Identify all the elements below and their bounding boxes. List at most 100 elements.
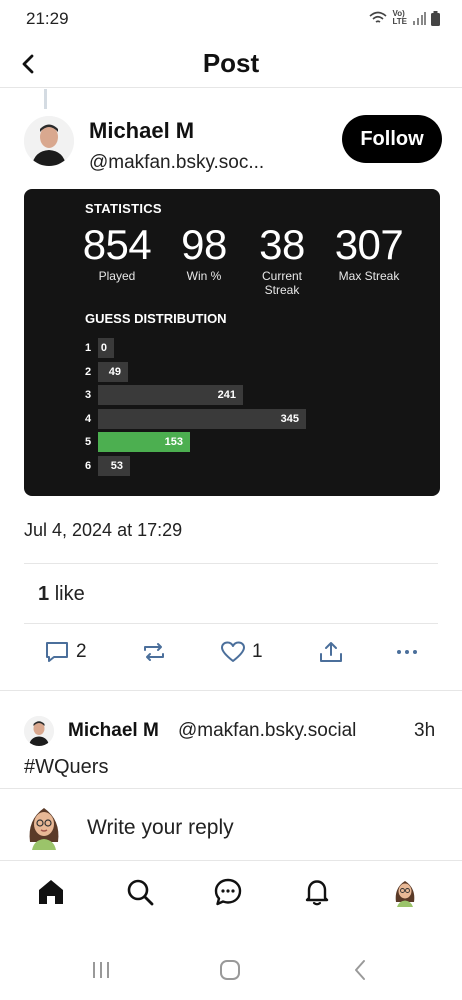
reply-author-avatar[interactable]: [24, 716, 54, 746]
lte-indicator: Vo) LTE: [392, 10, 407, 26]
tab-notifications[interactable]: [300, 875, 334, 909]
bell-icon: [305, 880, 329, 906]
header: Post: [0, 40, 462, 88]
guess-number-label: 6: [85, 459, 92, 472]
repost-button[interactable]: [141, 640, 167, 664]
distribution-bar: 241: [98, 385, 243, 405]
post-date: Jul 4, 2024 at 17:29: [24, 520, 183, 540]
distribution-bar: 49: [98, 361, 128, 382]
recent-apps-icon: [93, 962, 109, 978]
post-author-row: Michael M @makfan.bsky.soc... Follow: [0, 112, 462, 184]
stat-label: Played: [98, 269, 136, 283]
stat-value: 854: [82, 221, 152, 268]
reply-timestamp: 3h: [414, 720, 436, 741]
bottom-tab-bar: [0, 860, 462, 928]
distribution-row: 6 53: [85, 455, 130, 476]
author-name[interactable]: Michael M: [89, 118, 194, 144]
guess-distribution-title: GUESS DISTRIBUTION: [85, 311, 227, 326]
wifi-icon: [369, 11, 388, 23]
stat-label-line2: Streak: [264, 283, 300, 297]
divider: [0, 788, 462, 789]
home-nav-button[interactable]: [215, 956, 245, 984]
status-bar: 21:29 Vo) LTE: [0, 0, 462, 40]
reply-post[interactable]: Michael M @makfan.bsky.social 3h #WQuers: [0, 712, 462, 788]
reply-button[interactable]: 2: [44, 640, 87, 664]
distribution-bar: 0: [98, 338, 114, 358]
follow-button[interactable]: Follow: [342, 115, 442, 163]
back-nav-button[interactable]: [345, 956, 375, 984]
statistics-title: STATISTICS: [85, 201, 162, 216]
status-time: 21:29: [26, 9, 69, 28]
distribution-bar: 53: [98, 455, 130, 476]
my-avatar: [24, 802, 64, 850]
stat-label: Win %: [186, 269, 222, 283]
tab-home[interactable]: [34, 875, 68, 909]
divider: [24, 563, 438, 564]
stat-label: Current: [261, 269, 302, 283]
heart-icon: [221, 641, 245, 662]
reply-input[interactable]: Write your reply: [87, 816, 234, 840]
memoji-avatar-image: [29, 808, 59, 850]
share-button[interactable]: [318, 640, 344, 664]
back-chevron-icon: [355, 960, 365, 980]
distribution-row: 2 49: [85, 361, 128, 382]
distribution-row: 5 153: [85, 432, 190, 452]
stat-win-percent: 98 Win %: [176, 221, 232, 283]
likes-count[interactable]: 1 like: [38, 583, 85, 606]
more-dots-icon: [397, 650, 417, 654]
lte-bottom: LTE: [392, 17, 407, 26]
like-count: 1: [252, 641, 263, 662]
stat-played: 854 Played: [74, 221, 160, 283]
page-title: Post: [202, 48, 260, 78]
more-options-button[interactable]: [394, 640, 420, 664]
reply-author-name: Michael M: [68, 720, 159, 741]
like-button[interactable]: 1: [220, 640, 263, 664]
distribution-row: 4 345: [85, 408, 306, 429]
distribution-row: 3 241: [85, 385, 243, 405]
repost-icon: [144, 643, 164, 661]
system-nav-bar: [0, 940, 462, 1000]
search-icon: [127, 879, 154, 906]
stat-value: 307: [334, 221, 404, 268]
reply-text: #WQuers: [24, 756, 109, 778]
stat-current-streak: 38 Current Streak: [250, 221, 314, 297]
likes-number: 1: [38, 583, 50, 605]
tab-profile[interactable]: [388, 875, 422, 909]
status-icons: Vo) LTE: [369, 10, 440, 26]
stat-value: 38: [259, 221, 305, 268]
person-avatar-image: [24, 116, 74, 166]
guess-number-label: 3: [85, 389, 92, 401]
share-icon: [320, 642, 342, 662]
home-icon: [39, 880, 63, 904]
stat-max-streak: 307 Max Streak: [326, 221, 412, 283]
divider: [0, 690, 462, 691]
recent-apps-button[interactable]: [86, 956, 116, 984]
reply-composer[interactable]: Write your reply: [0, 798, 462, 858]
guess-number-label: 4: [85, 412, 92, 425]
tab-chat[interactable]: [211, 875, 245, 909]
distribution-bar: 345: [98, 408, 306, 429]
distribution-row: 10: [85, 338, 114, 358]
reply-author-handle: @makfan.bsky.social: [178, 720, 357, 741]
author-avatar[interactable]: [24, 116, 74, 166]
reply-count: 2: [76, 641, 87, 662]
home-circle-icon: [220, 960, 240, 980]
person-avatar-image: [24, 716, 54, 746]
post-actions: 2 1: [0, 640, 462, 676]
stat-value: 98: [181, 221, 227, 268]
tab-search[interactable]: [123, 875, 157, 909]
comment-icon: [46, 642, 68, 662]
author-handle[interactable]: @makfan.bsky.soc...: [89, 152, 264, 174]
guess-number-label: 2: [85, 365, 92, 378]
battery-icon: [431, 10, 440, 26]
guess-number-label: 5: [85, 436, 92, 448]
chat-bubble-icon: [214, 878, 242, 906]
guess-number-label: 1: [85, 342, 92, 354]
post-image-statistics[interactable]: STATISTICS 854 Played 98 Win % 38 Curren…: [24, 189, 440, 496]
divider: [24, 623, 438, 624]
distribution-bar: 153: [98, 432, 190, 452]
stat-label: Max Streak: [338, 269, 400, 283]
signal-icon: [413, 11, 426, 25]
profile-avatar-icon: [395, 881, 415, 907]
likes-label: like: [54, 583, 85, 605]
